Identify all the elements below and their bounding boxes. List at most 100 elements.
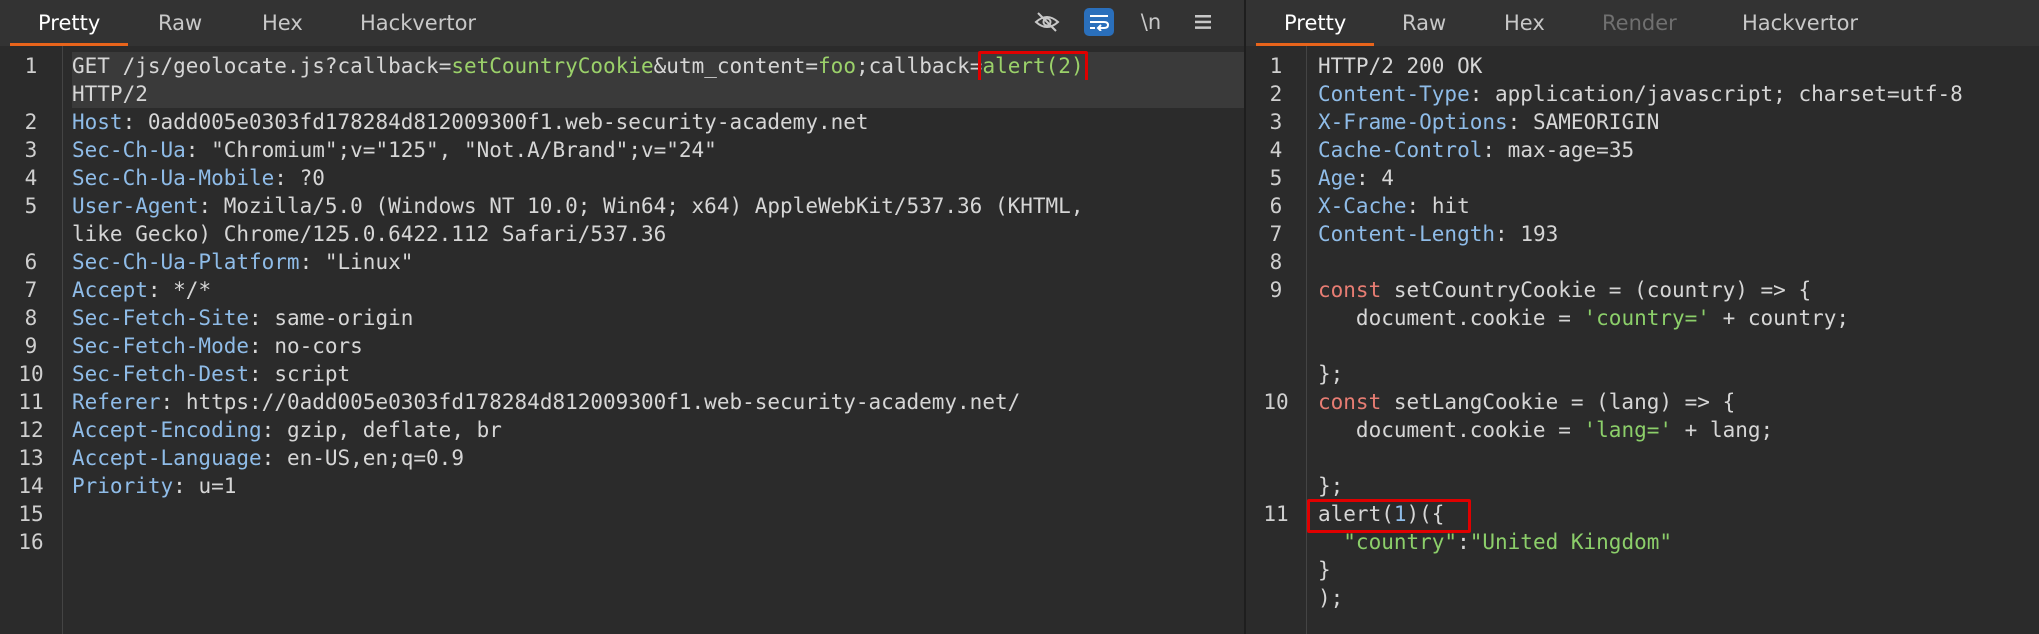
newline-icon[interactable]: \n	[1136, 8, 1166, 36]
status-text: HTTP/2 200 OK	[1318, 54, 1483, 78]
request-tabbar: Pretty Raw Hex Hackvertor \n	[0, 0, 1244, 46]
header-line: 3 X-Frame-Options: SAMEORIGIN	[1270, 108, 2039, 136]
tab-pretty[interactable]: Pretty	[1256, 0, 1375, 46]
header-line: 7 Accept: */*	[25, 276, 1244, 304]
line-number: 5	[1269, 166, 1283, 190]
js-line	[1318, 444, 2039, 472]
tab-hackvertor[interactable]: Hackvertor	[1714, 0, 1886, 46]
js-code: + country;	[1709, 306, 1850, 330]
header-line: 12 Accept-Encoding: gzip, deflate, br	[18, 416, 1244, 444]
header-line: 11 Referer: https://0add005e0303fd178284d…	[18, 388, 1244, 416]
tab-hex[interactable]: Hex	[234, 0, 331, 46]
line-number: 14	[18, 474, 44, 498]
js-code: };	[1318, 474, 1344, 498]
header-line: 2 Host: 0add005e0303fd178284d812009300f1.…	[25, 108, 1244, 136]
response-code: 1 HTTP/2 200 OK 2 Content-Type: applicatio…	[1263, 52, 2039, 612]
response-editor[interactable]: 1 HTTP/2 200 OK 2 Content-Type: applicatio…	[1246, 46, 2039, 634]
js-line: };	[1318, 360, 2039, 388]
empty-line: 8	[1270, 248, 2039, 276]
header-value: SAMEORIGIN	[1532, 110, 1660, 134]
js-line: }	[1318, 556, 2039, 584]
header-value: "Linux"	[324, 250, 414, 274]
tab-raw[interactable]: Raw	[130, 0, 230, 46]
header-key: Sec-Fetch-Site	[72, 306, 250, 330]
header-value: max-age=35	[1507, 138, 1635, 162]
line-number: 6	[1269, 194, 1283, 218]
line-number: 4	[1269, 138, 1283, 162]
response-tabbar: Pretty Raw Hex Render Hackvertor	[1246, 0, 2039, 46]
eye-slash-icon	[1034, 12, 1060, 32]
wrap-icon[interactable]	[1084, 8, 1114, 36]
param-key: callback	[868, 54, 970, 78]
header-key: Referer	[72, 390, 161, 414]
request-line-continued: HTTP/2	[72, 80, 1244, 108]
header-value: Mozilla/5.0 (Windows NT 10.0; Win64; x64…	[223, 194, 1084, 218]
menu-icon[interactable]	[1188, 8, 1218, 36]
header-value: ?0	[299, 166, 325, 190]
request-code: 1 GET /js/geolocate.js?callback=setCountr…	[18, 51, 1244, 556]
param-value: foo	[818, 54, 856, 78]
line-number: 4	[24, 166, 38, 190]
header-value: "Chromium";v="125", "Not.A/Brand";v="24"	[211, 138, 717, 162]
line-number: 1	[24, 54, 38, 78]
hamburger-menu-icon	[1195, 15, 1211, 29]
js-string: 'country='	[1583, 306, 1710, 330]
line-number: 8	[24, 306, 38, 330]
header-value: https://0add005e0303fd178284d812009300f1…	[185, 390, 1021, 414]
reflected-callback: alert(1)({	[1307, 499, 1471, 533]
header-key: Age	[1318, 166, 1356, 190]
line-number: 13	[18, 446, 44, 470]
hide-icon[interactable]	[1032, 8, 1062, 36]
header-value: en-US,en;q=0.9	[286, 446, 464, 470]
status-line: 1 HTTP/2 200 OK	[1270, 52, 2039, 80]
js-line: document.cookie = 'country=' + country;	[1318, 304, 2039, 332]
request-editor[interactable]: 1 GET /js/geolocate.js?callback=setCountr…	[0, 46, 1244, 634]
header-line: 3 Sec-Ch-Ua: "Chromium";v="125", "Not.A/B…	[25, 136, 1244, 164]
injected-callback: alert(2)	[978, 51, 1089, 85]
js-code: setCountryCookie = (country) => {	[1381, 278, 1812, 302]
header-value: no-cors	[274, 334, 363, 358]
line-number: 10	[1263, 390, 1289, 414]
empty-line: 16	[18, 528, 1244, 556]
text-wrap-icon	[1090, 15, 1110, 31]
header-line: 13 Accept-Language: en-US,en;q=0.9	[18, 444, 1244, 472]
header-line: 6 X-Cache: hit	[1270, 192, 2039, 220]
tab-hex[interactable]: Hex	[1476, 0, 1573, 46]
header-value: u=1	[198, 474, 237, 498]
header-value: same-origin	[274, 306, 414, 330]
header-value: application/javascript; charset=utf-8	[1495, 82, 1963, 106]
js-code: }	[1318, 558, 1331, 582]
param-key: utm_content	[666, 54, 806, 78]
header-key: Accept	[72, 278, 148, 302]
line-number: 15	[18, 502, 44, 526]
header-line: 7 Content-Length: 193	[1270, 220, 2039, 248]
header-key: Sec-Ch-Ua	[72, 138, 186, 162]
tab-hackvertor[interactable]: Hackvertor	[332, 0, 504, 46]
line-number: 3	[1269, 110, 1283, 134]
param-separator: ;	[855, 54, 869, 78]
js-code: :	[1457, 530, 1470, 554]
js-keyword: const	[1318, 390, 1382, 414]
tab-raw[interactable]: Raw	[1374, 0, 1474, 46]
js-line: document.cookie = 'lang=' + lang;	[1318, 416, 2039, 444]
header-line: 9 Sec-Fetch-Mode: no-cors	[25, 332, 1244, 360]
header-key: X-Cache	[1318, 194, 1407, 218]
http-protocol: HTTP/2	[72, 82, 148, 106]
line-number: 12	[18, 418, 44, 442]
header-key: Priority	[72, 474, 174, 498]
line-number: 5	[24, 194, 38, 218]
line-number: 9	[1269, 278, 1283, 302]
js-code: };	[1318, 362, 1344, 386]
header-line-continued: like Gecko) Chrome/125.0.6422.112 Safari…	[72, 220, 1244, 248]
http-method: GET	[72, 54, 110, 78]
js-string: "United Kingdom"	[1469, 530, 1673, 554]
header-key: Sec-Ch-Ua-Mobile	[72, 166, 275, 190]
header-key: Cache-Control	[1318, 138, 1483, 162]
header-value: 193	[1520, 222, 1559, 246]
param-value: setCountryCookie	[451, 54, 654, 78]
header-line: 14 Priority: u=1	[18, 472, 1244, 500]
tab-pretty[interactable]: Pretty	[10, 0, 129, 46]
js-code: document.cookie =	[1318, 306, 1584, 330]
header-value: 0add005e0303fd178284d812009300f1.web-sec…	[147, 110, 869, 134]
line-number: 11	[18, 390, 44, 414]
